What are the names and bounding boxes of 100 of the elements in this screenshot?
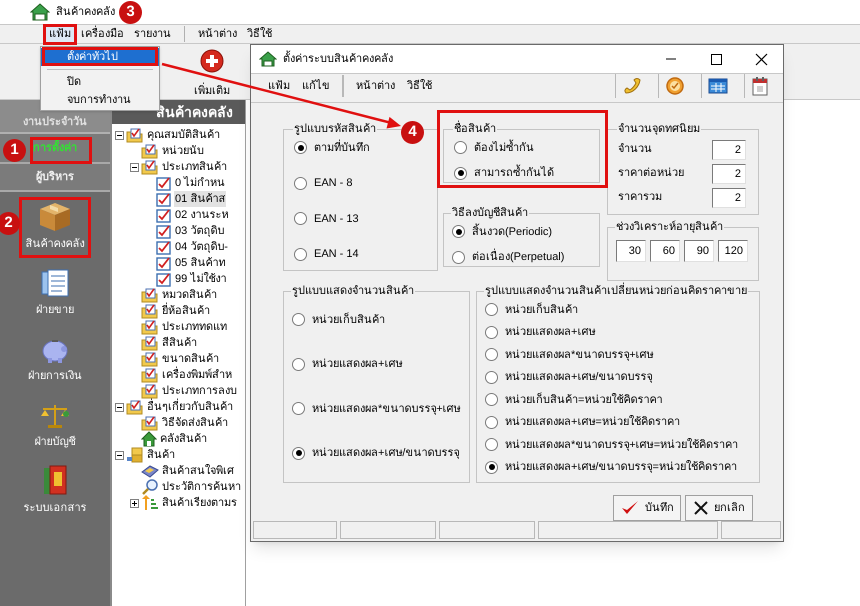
number-field[interactable]: 2 <box>712 140 746 160</box>
folder-check-icon <box>141 320 159 334</box>
number-field[interactable]: 60 <box>650 240 680 262</box>
tree-item[interactable]: ขนาดสินค้า <box>161 350 220 368</box>
radio-button[interactable]: หน่วยแสดงผล+เศษ <box>292 356 469 372</box>
sidebar-item[interactable]: ฝ่ายการเงิน <box>26 334 84 384</box>
tree-item[interactable]: คลังสินค้า <box>159 430 208 448</box>
tree-item[interactable]: 02 งานระห <box>174 206 230 224</box>
radio-button[interactable]: สิ้นงวด(Periodic) <box>452 224 599 240</box>
tree-item[interactable]: 0 ไม่กำหน <box>174 174 226 192</box>
radio-button[interactable]: หน่วยแสดงผล*ขนาดบรรจุ+เศษ <box>292 400 469 417</box>
tree-item[interactable]: สินค้าเรียงตามร <box>161 494 238 512</box>
close-icon <box>693 500 709 516</box>
radio-button[interactable]: หน่วยแสดงผล+เศษ/ขนาดบรรจุ <box>292 445 469 462</box>
checkbox-document-icon <box>156 224 172 238</box>
menu-item[interactable]: แก้ไข <box>296 74 336 98</box>
number-field[interactable]: 2 <box>712 164 746 184</box>
tree-item[interactable]: 04 วัตถุดิบ- <box>174 238 229 256</box>
dialog-button[interactable]: ยกเลิก <box>685 495 753 521</box>
radio-button[interactable]: หน่วยแสดงผล+เศษ <box>485 324 759 340</box>
tree-item[interactable]: สินค้าสนใจพิเศ <box>161 462 235 480</box>
radio-button[interactable]: ต่อเนื่อง(Perpetual) <box>452 249 599 266</box>
tree-item[interactable]: ประเภทสินค้า <box>161 158 228 176</box>
folder-check-icon <box>126 400 144 414</box>
expander-icon[interactable] <box>130 162 139 172</box>
checkbox-document-icon <box>156 272 172 286</box>
expander-icon[interactable] <box>115 402 124 412</box>
folder-check-icon <box>141 384 159 398</box>
folder-check-icon <box>141 160 159 174</box>
radio-button[interactable]: สามารถซ้ำกันได้ <box>454 165 599 182</box>
expander-icon[interactable] <box>115 450 124 460</box>
sidebar-item[interactable]: ฝ่ายขาย <box>34 268 76 318</box>
folder-check-icon <box>141 368 159 382</box>
radio-button[interactable]: หน่วยเก็บสินค้า=หน่วยใช้คิดราคา <box>485 392 759 408</box>
tree-item[interactable]: ประเภทการลงบ <box>161 382 238 400</box>
menu-item[interactable]: หน้าต่าง <box>193 25 242 43</box>
group-title: รูปแบบแสดงจำนวนสินค้า <box>291 284 415 299</box>
menu-item[interactable]: เครื่องมือ <box>76 25 129 43</box>
menu-item[interactable]: แฟ้ม <box>262 74 296 98</box>
radio-button[interactable]: หน่วยแสดงผล*ขนาดบรรจุ+เศษ=หน่วยใช้คิดราคา <box>485 436 759 453</box>
tree-item[interactable]: สีสินค้า <box>161 334 198 352</box>
radio-button[interactable]: หน่วยเก็บสินค้า <box>292 312 469 328</box>
tree-item[interactable]: อื่นๆเกี่ยวกับสินค้า <box>146 398 234 416</box>
tree-item[interactable]: 01 สินค้าส <box>174 190 226 208</box>
folder-check-icon <box>141 304 159 318</box>
radio-button[interactable]: หน่วยแสดงผล+เศษ/ขนาดบรรจุ <box>485 369 759 386</box>
menu-item[interactable]: หน้าต่าง <box>350 74 401 98</box>
book-icon <box>141 463 159 479</box>
sidebar-item[interactable]: สินค้าคงคลัง <box>24 202 86 252</box>
tree-item[interactable]: ประเภททดแท <box>161 318 228 336</box>
menu-item[interactable]: วิธีใช้ <box>242 25 277 43</box>
tree-item[interactable]: หมวดสินค้า <box>161 286 218 304</box>
radio-button[interactable]: ต้องไม่ซ้ำกัน <box>454 140 599 156</box>
menu-item[interactable]: รายงาน <box>129 25 176 43</box>
radio-button[interactable]: EAN - 14 <box>294 246 437 262</box>
menu-item[interactable]: วิธีใช้ <box>401 74 438 98</box>
checkbox-document-icon <box>156 208 172 222</box>
magnifier-icon <box>141 479 159 495</box>
sidebar-tab[interactable]: ผู้บริหาร <box>0 164 110 192</box>
field-label: จำนวน <box>618 142 653 158</box>
group-title: รูปแบบรหัสสินค้า <box>293 122 377 137</box>
toolbar-button[interactable]: เพิ่มเติม <box>190 44 234 99</box>
house-icon <box>259 51 277 67</box>
tree-item[interactable]: สินค้า <box>146 446 176 464</box>
radio-button[interactable]: หน่วยแสดงผล+เศษ/ขนาดบรรจุ=หน่วยใช้คิดราคา <box>485 459 759 476</box>
menu-item[interactable]: ปิด <box>41 73 159 91</box>
books-icon <box>42 464 68 496</box>
highlight-frame <box>30 137 92 164</box>
radio-button[interactable]: หน่วยแสดงผล*ขนาดบรรจุ+เศษ <box>485 346 759 363</box>
folder-check-icon <box>141 288 159 302</box>
expander-icon[interactable] <box>115 130 124 140</box>
radio-button[interactable]: EAN - 13 <box>294 210 437 227</box>
number-field[interactable]: 30 <box>616 240 646 262</box>
tree-item[interactable]: 05 สินค้าท <box>174 254 226 272</box>
sidebar-item[interactable]: ฝ่ายบัญชี <box>32 400 78 450</box>
tree-item[interactable]: หน่วยนับ <box>161 142 205 160</box>
sidebar-item[interactable]: ระบบเอกสาร <box>22 466 88 516</box>
group-title: รูปแบบแสดงจำนวนสินค้าเปลี่ยนหน่วยก่อนคิดราคาขาย <box>484 283 748 300</box>
expander-icon[interactable] <box>130 498 139 508</box>
radio-button[interactable]: EAN - 8 <box>294 175 437 192</box>
tree-item[interactable]: คุณสมบัติสินค้า <box>146 126 221 144</box>
tree-item[interactable]: ประวัติการค้นหา <box>161 478 242 496</box>
documents-icon <box>40 268 70 298</box>
group-title: จำนวนจุดทศนิยม <box>617 122 701 137</box>
tree-item[interactable]: 03 วัตถุดิบ <box>174 222 226 240</box>
tree-item[interactable]: ยี่ห้อสินค้า <box>161 302 211 320</box>
radio-button[interactable]: หน่วยแสดงผล+เศษ=หน่วยใช้คิดราคา <box>485 414 759 430</box>
tree-item[interactable]: 99 ไม่ใช้งา <box>174 270 228 288</box>
boxes-icon <box>126 447 144 463</box>
tree-item[interactable]: วิธีจัดส่งสินค้า <box>161 414 229 432</box>
folder-check-icon <box>126 128 144 142</box>
radio-button[interactable]: หน่วยเก็บสินค้า <box>485 302 759 318</box>
group-title: ชื่อสินค้า <box>453 121 497 138</box>
number-field[interactable]: 90 <box>684 240 714 262</box>
checkbox-document-icon <box>156 240 172 254</box>
tree-item[interactable]: เครื่องพิมพ์สำห <box>161 366 233 384</box>
highlight-frame <box>43 24 77 45</box>
dialog-button[interactable]: บันทึก <box>613 495 681 521</box>
number-field[interactable]: 120 <box>718 240 748 262</box>
number-field[interactable]: 2 <box>712 188 746 208</box>
